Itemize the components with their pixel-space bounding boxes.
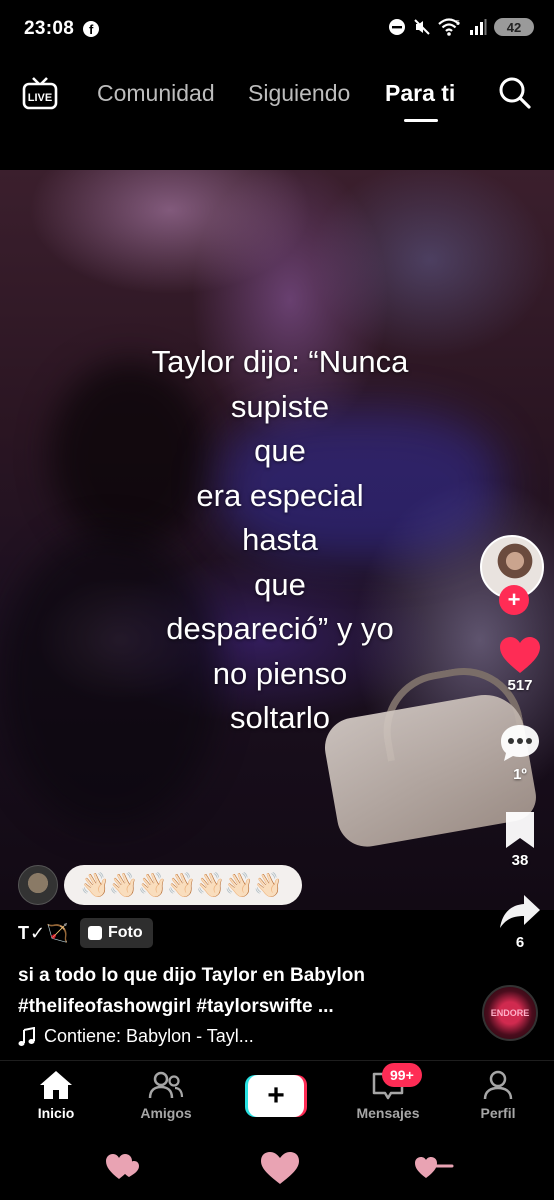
status-time: 23:08 [24,18,75,39]
overlay-line: hasta [242,522,318,557]
share-arrow-icon[interactable] [498,892,542,932]
create-plus-icon: + [248,1075,304,1117]
music-note-icon [18,1026,35,1046]
share-count: 6 [515,934,525,951]
save-action[interactable]: 38 [486,810,554,869]
author-name[interactable]: T✓🏹 [18,923,80,944]
live-icon[interactable]: LIVE [22,76,58,110]
tab-para-ti[interactable]: Para ti [385,80,455,107]
nav-home-label: Inicio [37,1105,75,1121]
photo-badge: Foto [80,918,153,948]
friends-icon [148,1071,184,1099]
overlay-line: no pienso [212,655,348,691]
home-heart-icon[interactable] [258,1149,302,1187]
save-count: 38 [511,852,529,869]
nav-friends-label: Amigos [140,1105,192,1121]
photo-icon [88,926,102,940]
overlay-line: Taylor dijo: “Nunca [151,344,409,379]
overlay-line: supiste [230,388,330,424]
tab-comunidad[interactable]: Comunidad [97,80,215,107]
comment-icon[interactable] [498,722,542,764]
active-tab-indicator [404,119,438,122]
caption-hashtags[interactable]: #thelifeofashowgirl #taylorswifte ... [18,991,468,1022]
like-action[interactable]: 517 [486,635,554,694]
battery-indicator: 42 [494,18,534,36]
overlay-line: que [254,433,306,468]
creator-avatar-group: + [480,535,544,615]
commenter-avatar[interactable] [18,865,58,905]
caption-line: si a todo lo que dijo Taylor en Babylon [18,965,365,986]
overlay-line: que [254,566,306,602]
dnd-icon [389,19,405,35]
photo-badge-label: Foto [108,924,143,941]
post-meta: T✓🏹 Foto si a todo lo que dijo Taylor en… [18,916,468,1047]
bottom-nav: Inicio Amigos + Mensajes 99+ Perfil [0,1060,554,1135]
svg-text:5: 5 [456,20,460,27]
comment-preview-bubble[interactable]: 👋🏻👋🏻👋🏻👋🏻👋🏻👋🏻👋🏻 [64,865,303,905]
profile-icon [483,1070,513,1100]
bookmark-icon[interactable] [502,810,538,850]
wifi-icon: 5 [438,18,460,36]
comment-preview[interactable]: 👋🏻👋🏻👋🏻👋🏻👋🏻👋🏻👋🏻 [18,865,303,905]
signal-icon [470,19,487,35]
svg-text:LIVE: LIVE [28,92,52,104]
music-label: Contiene: Babylon - Tayl... [44,1026,254,1046]
share-action[interactable]: 6 [486,892,554,951]
mute-icon [414,19,430,35]
meta-top-row: T✓🏹 Foto [18,916,468,950]
recents-heart-icon[interactable] [104,1149,144,1183]
inbox-badge: 99+ [382,1063,422,1087]
post-media[interactable]: Taylor dijo: “Nunca supiste que era espe… [0,170,554,910]
facebook-icon: f [83,21,100,37]
tab-siguiendo[interactable]: Siguiendo [248,80,350,107]
like-count: 517 [507,677,533,694]
nav-profile-label: Perfil [480,1105,516,1121]
status-bar: 23:08 f 5 42 [0,0,554,58]
nav-friends[interactable]: Amigos [116,1069,216,1121]
nav-inbox-label: Mensajes [356,1105,420,1121]
music-info[interactable]: Contiene: Babylon - Tayl... [18,1026,468,1047]
top-nav: LIVE Comunidad Siguiendo Para ti [0,64,554,124]
nav-home[interactable]: Inicio [6,1069,106,1121]
create-button[interactable]: + [245,1075,307,1117]
music-disc[interactable]: ENDORE [482,985,538,1041]
comment-action[interactable]: 1º [486,722,554,783]
overlay-caption-text: Taylor dijo: “Nunca supiste que era espe… [115,340,445,741]
post-caption[interactable]: si a todo lo que dijo Taylor en Babylon … [18,960,468,1022]
home-icon [40,1071,72,1099]
status-icons: 5 42 [388,18,534,36]
overlay-line: soltarlo [230,700,330,735]
overlay-line: despareció” y yo [166,611,394,646]
nav-profile[interactable]: Perfil [448,1069,548,1121]
back-heart-arrow-icon[interactable] [412,1149,454,1183]
search-icon[interactable] [498,76,532,110]
comment-count: 1º [513,766,527,783]
heart-icon[interactable] [498,635,542,675]
system-gesture-bar [0,1135,554,1200]
overlay-line: era especial [196,477,364,513]
follow-button[interactable]: + [499,585,529,615]
